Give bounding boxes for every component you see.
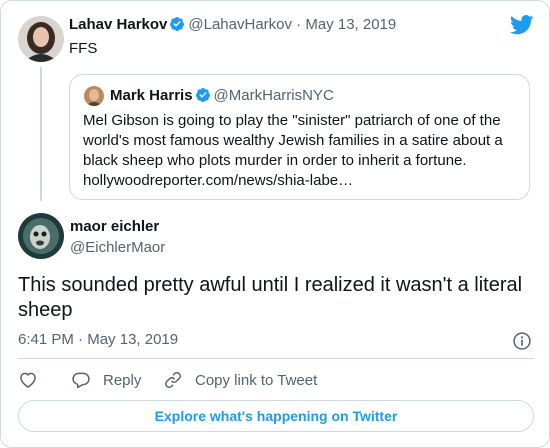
verified-badge-icon [195,88,210,102]
separator-dot: · [78,331,84,348]
tweet-time: 6:41 PM [18,331,74,348]
quoted-tweet-card[interactable]: Mark Harris @MarkHarrisNYC Mel Gibson is … [69,74,530,200]
user-avatar-photo-icon [18,213,64,259]
parent-tweet-date[interactable]: May 13, 2019 [305,16,396,33]
link-icon [165,372,181,388]
quoted-text-line: Mel Gibson is going to play the "siniste… [83,112,501,129]
quoted-text-line: world's most famous wealthy Jewish famil… [83,132,503,149]
parent-tweet-header: Lahav Harkov @LahavHarkov · May 13, 2019 [69,16,396,33]
quoted-tweet-text: Mel Gibson is going to play the "siniste… [83,111,523,191]
tweet-timestamp[interactable]: 6:41 PM · May 13, 2019 [18,331,178,348]
copy-link-label: Copy link to Tweet [195,371,318,389]
tweet-date: May 13, 2019 [87,331,179,348]
reply-bubble-icon [72,372,90,389]
parent-author-avatar[interactable] [18,16,64,62]
heart-icon [20,372,36,388]
quoted-author-avatar [84,86,104,106]
tweet-actions-bar: Reply Copy link to Tweet [18,368,538,392]
parent-author-name[interactable]: Lahav Harkov [69,16,167,33]
copy-link-button[interactable]: Copy link to Tweet [163,368,317,392]
main-author-handle[interactable]: @EichlerMaor [70,239,165,256]
info-icon[interactable] [512,331,532,351]
parent-author-handle[interactable]: @LahavHarkov [188,16,292,33]
quoted-author-name: Mark Harris [110,87,193,104]
verified-badge-icon [170,17,185,31]
main-author-avatar[interactable] [18,213,64,259]
separator-dot: · [296,16,302,33]
like-button[interactable] [18,368,38,392]
twitter-bird-icon[interactable] [510,15,534,35]
quoted-tweet-header: Mark Harris @MarkHarrisNYC [110,87,334,104]
reply-button[interactable]: Reply [71,368,141,392]
quoted-text-link[interactable]: hollywoodreporter.com/news/shia-labe… [83,171,523,191]
quoted-author-handle: @MarkHarrisNYC [213,87,334,104]
main-text-line: This sounded pretty awful until I realiz… [18,274,523,296]
user-avatar-photo-icon [18,16,64,62]
quoted-text-line: black sheep who plots murder in order to… [83,152,467,169]
user-avatar-photo-icon [84,86,104,106]
thread-connector-line [40,67,42,201]
main-text-line: sheep [18,299,73,321]
main-author-name[interactable]: maor eichler [70,218,159,235]
reply-label: Reply [103,371,142,389]
tweet-embed-card: Lahav Harkov @LahavHarkov · May 13, 2019 … [0,0,550,448]
explore-twitter-button[interactable]: Explore what's happening on Twitter [18,400,534,432]
parent-tweet-text: FFS [69,40,98,57]
main-tweet-text: This sounded pretty awful until I realiz… [18,273,538,323]
divider [18,358,534,359]
